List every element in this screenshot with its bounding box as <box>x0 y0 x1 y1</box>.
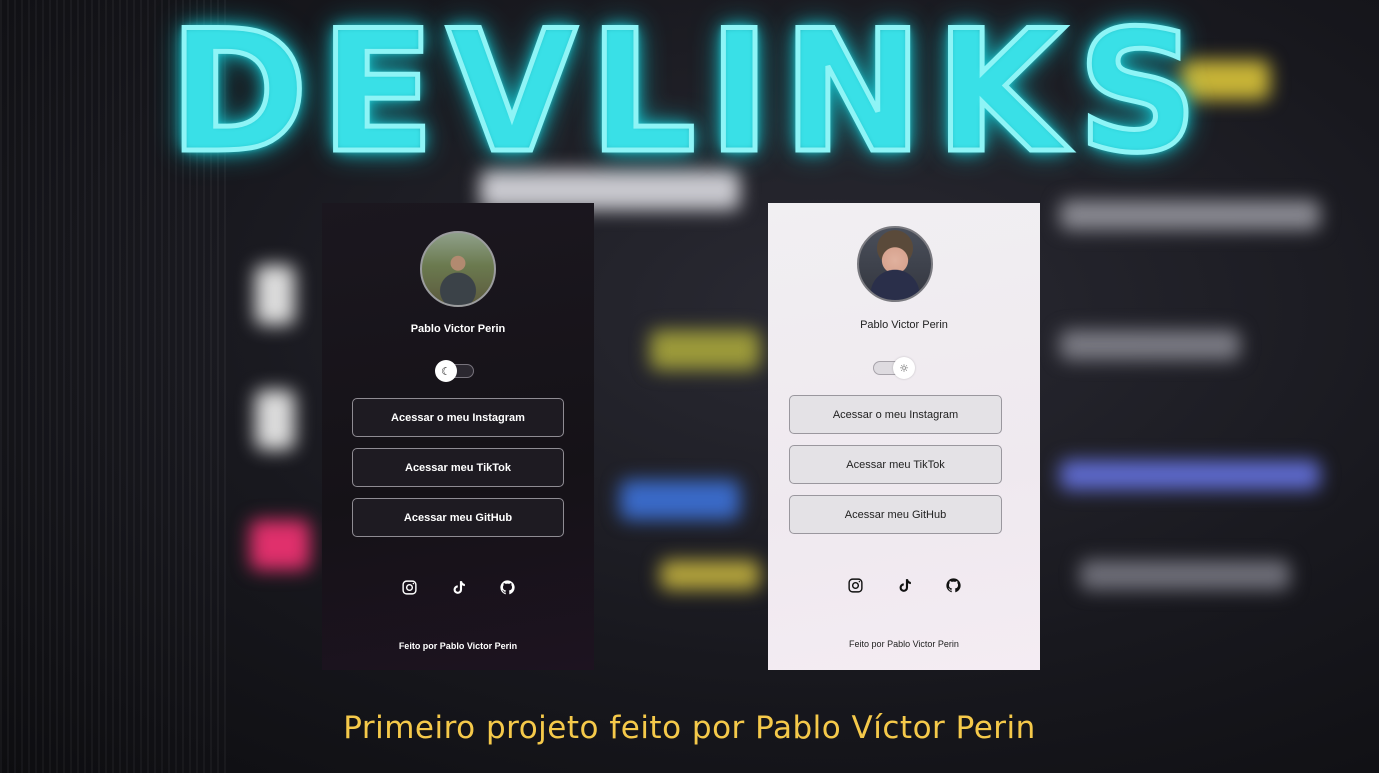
background-blob <box>255 265 295 325</box>
dark-theme-preview-card: Pablo Victor Perin ☾ Acessar o meu Insta… <box>322 203 594 670</box>
social-icons <box>768 577 1040 594</box>
background-blob <box>250 520 310 570</box>
tiktok-icon[interactable] <box>450 579 467 596</box>
background-blob <box>1060 200 1320 230</box>
theme-toggle[interactable]: ☼ <box>873 357 915 379</box>
background-blob <box>1060 330 1240 360</box>
social-icons <box>322 579 594 596</box>
github-link-button[interactable]: Acessar meu GitHub <box>789 495 1002 534</box>
instagram-icon[interactable] <box>847 577 864 594</box>
moon-icon: ☾ <box>435 360 457 382</box>
project-caption: Primeiro projeto feito por Pablo Víctor … <box>343 710 1036 746</box>
devlinks-neon-title: DEVLINKS <box>166 0 1211 190</box>
sun-icon: ☼ <box>893 357 915 379</box>
tiktok-icon[interactable] <box>896 577 913 594</box>
background-blob <box>1060 460 1320 490</box>
background-blob <box>255 390 295 450</box>
profile-name: Pablo Victor Perin <box>860 319 948 331</box>
tiktok-link-button[interactable]: Acessar meu TikTok <box>352 448 564 487</box>
background-blob <box>1080 560 1290 590</box>
profile-name: Pablo Victor Perin <box>410 323 506 335</box>
light-theme-preview-card: Pablo Victor Perin ☼ Acessar o meu Insta… <box>768 203 1040 670</box>
footer-credit: Feito por Pablo Victor Perin <box>849 639 959 649</box>
theme-toggle[interactable]: ☾ <box>435 360 474 382</box>
avatar <box>857 226 933 302</box>
avatar <box>420 231 496 307</box>
github-icon[interactable] <box>945 577 962 594</box>
github-icon[interactable] <box>499 579 516 596</box>
instagram-link-button[interactable]: Acessar o meu Instagram <box>789 395 1002 434</box>
background-blob <box>650 330 760 370</box>
instagram-icon[interactable] <box>401 579 418 596</box>
background-blob <box>660 560 760 590</box>
instagram-link-button[interactable]: Acessar o meu Instagram <box>352 398 564 437</box>
footer-credit: Feito por Pablo Victor Perin <box>398 641 518 651</box>
background-blob <box>620 480 740 520</box>
tiktok-link-button[interactable]: Acessar meu TikTok <box>789 445 1002 484</box>
github-link-button[interactable]: Acessar meu GitHub <box>352 498 564 537</box>
